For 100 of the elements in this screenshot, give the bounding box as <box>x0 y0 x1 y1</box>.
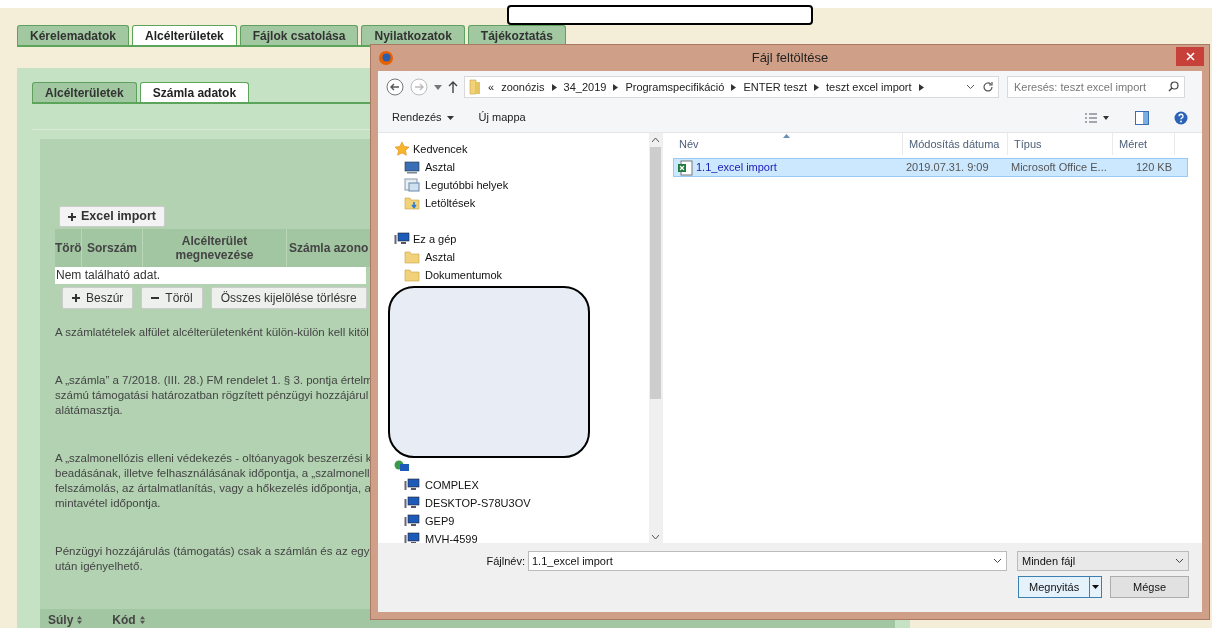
tab[interactable]: Számla adatok <box>139 82 250 102</box>
nav-item[interactable]: Asztal <box>425 248 455 266</box>
search-icon <box>1168 81 1179 92</box>
column-header: Törö <box>55 241 82 255</box>
folder-download-icon <box>404 195 420 211</box>
address-bar[interactable]: « zoonózis 34_2019 Programspecifikáció ENTER teszt teszt excel import <box>464 76 999 98</box>
computer-icon <box>394 232 410 246</box>
chevron-right-icon[interactable] <box>918 83 924 91</box>
tab[interactable]: Fájlok csatolása <box>239 25 359 45</box>
nav-item[interactable]: Letöltések <box>425 194 476 212</box>
nav-item[interactable]: DESKTOP-S78U3OV <box>425 494 531 512</box>
close-button[interactable] <box>1176 47 1204 66</box>
column-header: Számla azono <box>289 241 369 255</box>
sort-icon[interactable] <box>139 616 145 624</box>
paragraph-line: számú támogatási határozatban rögzített pénzügyi hozzájárul <box>55 388 369 403</box>
column-header[interactable]: Módosítás dátuma <box>903 133 1008 155</box>
excel-import-button[interactable]: Excel import <box>59 206 166 227</box>
up-arrow-icon[interactable] <box>448 81 458 93</box>
network-icon <box>394 460 410 474</box>
breadcrumb-item[interactable]: Programspecifikáció <box>625 78 725 96</box>
window-title: Fájl feltöltése <box>751 49 829 68</box>
nav-item[interactable]: MVH-4599 <box>425 530 478 543</box>
view-options-icon[interactable] <box>1084 111 1110 124</box>
nav-item[interactable]: COMPLEX <box>425 476 479 494</box>
chevron-right-icon[interactable] <box>731 83 737 91</box>
help-icon[interactable] <box>1174 110 1188 125</box>
nav-item[interactable]: GEP9 <box>425 512 455 530</box>
file-row[interactable]: 1.1_excel import 2019.07.31. 9:09 Microsoft Office E... 120 KB <box>673 158 1188 177</box>
breadcrumb-item[interactable]: ENTER teszt <box>743 78 807 96</box>
column-header: Alcélterület megnevezése <box>174 234 255 262</box>
minus-icon <box>151 294 160 302</box>
paragraph-line: beadásának, illetve felhasználásának időpontja, a „szalmonell <box>55 466 370 481</box>
refresh-icon[interactable] <box>982 81 994 93</box>
breadcrumb-item[interactable]: 34_2019 <box>563 78 607 96</box>
column-header[interactable]: Típus <box>1008 133 1113 155</box>
search-field[interactable]: Keresés: teszt excel import <box>1007 76 1185 98</box>
folder-icon <box>469 79 481 95</box>
nav-item[interactable]: Legutóbbi helyek <box>425 176 509 194</box>
paragraph-line: Pénzügyi hozzájárulás (támogatás) csak a számlán és az egy <box>55 544 370 559</box>
paragraph-line: után igényelhető. <box>55 559 143 574</box>
chevron-down-icon <box>1175 558 1184 564</box>
table-action-button[interactable]: Beszúr <box>62 287 134 309</box>
paragraph-line: alátámasztja. <box>55 403 123 418</box>
nav-group[interactable]: Kedvencek <box>413 140 468 158</box>
cancel-button[interactable]: Mégse <box>1110 576 1189 598</box>
chevron-down-icon[interactable] <box>993 558 1002 564</box>
computer-icon <box>404 532 420 543</box>
tab[interactable]: Alcélterületek <box>132 25 237 45</box>
breadcrumb-item[interactable]: teszt excel import <box>826 78 912 96</box>
tab[interactable]: Alcélterületek <box>32 82 137 102</box>
tab[interactable]: Tájékoztatás <box>467 25 566 45</box>
plus-icon <box>68 212 76 221</box>
scrollbar-thumb[interactable] <box>650 147 661 399</box>
chevron-right-icon[interactable] <box>551 83 557 91</box>
filename-label: Fájlnév: <box>485 553 526 569</box>
spreadsheet-file-icon <box>677 159 693 176</box>
back-icon[interactable] <box>386 78 404 96</box>
caret-down-icon <box>1092 585 1099 589</box>
chevron-right-icon[interactable] <box>814 83 819 91</box>
tab[interactable]: Kérelemadatok <box>17 25 130 45</box>
filename-field[interactable]: 1.1_excel import <box>528 551 1007 571</box>
scroll-down-icon[interactable] <box>652 535 659 539</box>
column-header[interactable]: Méret <box>1113 133 1175 155</box>
table-action-button[interactable]: Töröl <box>141 287 203 309</box>
folder-icon <box>404 267 420 283</box>
computer-icon <box>404 478 420 492</box>
chevron-down-icon[interactable] <box>966 84 975 90</box>
column-header: Sorszám <box>87 241 137 255</box>
scrollbar[interactable] <box>649 133 662 543</box>
file-type-select[interactable]: Minden fájl <box>1017 551 1189 571</box>
file-date: 2019.07.31. 9:09 <box>905 160 990 176</box>
recent-places-icon <box>404 177 420 193</box>
breadcrumb-item[interactable]: zoonózis <box>501 78 545 96</box>
column-header[interactable]: Név <box>673 133 903 155</box>
scroll-up-icon[interactable] <box>652 138 659 142</box>
preview-pane-icon[interactable] <box>1135 110 1149 125</box>
open-split-button[interactable]: Megnyitás <box>1018 576 1102 598</box>
computer-icon <box>404 514 420 528</box>
sort-icon[interactable] <box>77 616 83 624</box>
column-header[interactable]: Súly <box>48 611 74 628</box>
file-type: Microsoft Office E... <box>1010 160 1108 176</box>
nav-group[interactable]: Ez a gép <box>413 230 457 248</box>
caret-down-icon <box>446 115 454 120</box>
tab[interactable]: Nyilatkozatok <box>361 25 465 45</box>
breadcrumb-overflow[interactable]: « <box>488 78 495 96</box>
computer-icon <box>404 496 420 510</box>
toolbar-button[interactable]: Rendezés <box>392 109 454 126</box>
caret-down-icon[interactable] <box>434 84 442 90</box>
column-header[interactable]: Kód <box>112 611 136 628</box>
nav-item[interactable]: Asztal <box>425 158 455 176</box>
empty-table-message: Nem található adat. <box>55 267 366 284</box>
nav-item[interactable]: Dokumentumok <box>425 266 503 284</box>
file-size: 120 KB <box>1134 160 1173 176</box>
paragraph-line: mintavétel időpontja. <box>55 496 161 511</box>
table-action-button[interactable]: Összes kijelölése törlésre <box>210 287 367 309</box>
chevron-right-icon[interactable] <box>613 83 619 91</box>
toolbar-button[interactable]: Új mappa <box>478 109 526 126</box>
file-name: 1.1_excel import <box>696 160 777 176</box>
close-icon <box>1185 52 1195 61</box>
monitor-icon <box>404 160 420 174</box>
